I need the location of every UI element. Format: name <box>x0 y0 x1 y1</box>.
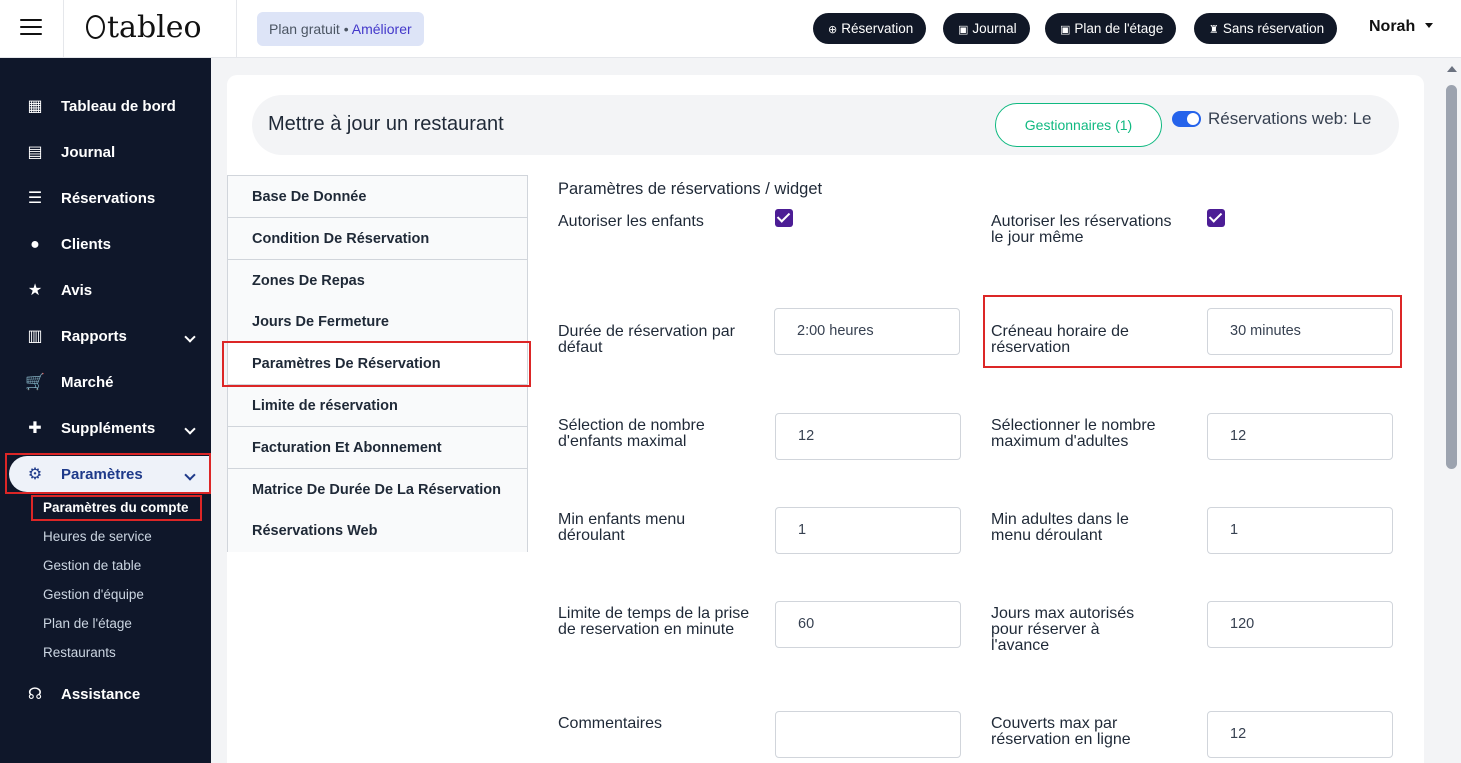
new-reservation-button[interactable]: ⊕ Réservation <box>813 13 927 44</box>
calendar-icon: ▣ <box>958 24 969 36</box>
sidebar-item-settings[interactable]: ⚙ Paramètres <box>0 455 211 495</box>
walk-in-icon: ♜ <box>1209 24 1219 36</box>
min-children-input[interactable]: 1 <box>775 507 961 554</box>
sidebar-item-reservations[interactable]: ☰ Réservations <box>0 179 211 219</box>
allow-children-label: Autoriser les enfants <box>558 213 704 230</box>
max-covers-input[interactable]: 12 <box>1207 711 1393 758</box>
logo[interactable]: tableo <box>86 10 202 45</box>
allow-same-day-label: Autoriser les réservations le jour même <box>991 213 1172 246</box>
comments-label: Commentaires <box>558 715 663 732</box>
chevron-down-icon <box>184 423 196 435</box>
plan-badge[interactable]: Plan gratuit • Améliorer <box>257 12 424 46</box>
walk-in-button[interactable]: ♜ Sans réservation <box>1194 13 1338 44</box>
menu-icon[interactable] <box>20 19 42 37</box>
chart-icon: ▥ <box>27 328 43 345</box>
list-icon: ☰ <box>27 190 43 207</box>
max-days-label: Jours max autorisés pour réserver à l'av… <box>991 605 1135 654</box>
menu-item-booking-limit[interactable]: Limite de réservation <box>228 385 527 427</box>
chevron-down-icon <box>1425 23 1434 28</box>
min-children-label: Min enfants menu déroulant <box>558 511 686 544</box>
sidebar-item-dashboard[interactable]: ▦ Tableau de bord <box>0 87 211 127</box>
scrollbar-thumb[interactable] <box>1446 85 1457 469</box>
min-adults-input[interactable]: 1 <box>1207 507 1393 554</box>
max-adults-label: Sélectionner le nombre maximum d'adultes <box>991 417 1156 450</box>
max-adults-input[interactable]: 12 <box>1207 413 1393 460</box>
book-icon: ▤ <box>27 144 43 161</box>
scroll-up-arrow-icon[interactable] <box>1447 66 1457 72</box>
allow-children-checkbox[interactable] <box>775 209 793 227</box>
journal-button[interactable]: ▣ Journal <box>943 13 1030 44</box>
cart-icon: 🛒 <box>25 374 45 391</box>
divider <box>63 0 64 58</box>
star-icon: ★ <box>27 282 43 299</box>
sidebar-item-journal[interactable]: ▤ Journal <box>0 133 211 173</box>
sidebar-item-reports[interactable]: ▥ Rapports <box>0 317 211 357</box>
time-limit-label: Limite de temps de la prise de reservati… <box>558 605 750 638</box>
upgrade-link[interactable]: Améliorer <box>352 21 412 37</box>
sidebar-subitem-restaurants[interactable]: Restaurants <box>43 645 116 660</box>
menu-item-database[interactable]: Base De Donnée <box>228 176 527 218</box>
sidebar-item-addons[interactable]: ✚ Suppléments <box>0 409 211 449</box>
time-slot-input[interactable]: 30 minutes <box>1207 308 1393 355</box>
chevron-down-icon <box>184 331 196 343</box>
chevron-up-icon <box>184 469 196 481</box>
time-limit-input[interactable]: 60 <box>775 601 961 648</box>
floor-plan-button[interactable]: ▣ Plan de l'étage <box>1045 13 1177 44</box>
user-menu[interactable]: Norah <box>1369 18 1434 36</box>
settings-menu: Base De Donnée Condition De Réservation … <box>227 175 528 552</box>
managers-button[interactable]: Gestionnaires (1) <box>995 103 1162 147</box>
menu-item-billing[interactable]: Facturation Et Abonnement <box>228 427 527 469</box>
max-children-input[interactable]: 12 <box>775 413 961 460</box>
menu-item-web-reservations[interactable]: Réservations Web <box>228 510 527 552</box>
sidebar-subitem-account-settings[interactable]: Paramètres du compte <box>43 500 189 515</box>
headset-icon: ☊ <box>27 686 43 703</box>
page-title: Mettre à jour un restaurant <box>268 113 504 135</box>
sidebar-item-support[interactable]: ☊ Assistance <box>0 675 211 715</box>
allow-same-day-checkbox[interactable] <box>1207 209 1225 227</box>
sidebar-item-reviews[interactable]: ★ Avis <box>0 271 211 311</box>
menu-item-booking-settings[interactable]: Paramètres De Réservation <box>228 343 527 385</box>
web-reservations-toggle[interactable] <box>1172 111 1201 127</box>
max-covers-label: Couverts max par réservation en ligne <box>991 715 1131 748</box>
calendar-icon: ▣ <box>1060 24 1071 36</box>
sidebar-item-clients[interactable]: ● Clients <box>0 225 211 265</box>
sidebar-item-market[interactable]: 🛒 Marché <box>0 363 211 403</box>
sidebar-subitem-service-hours[interactable]: Heures de service <box>43 529 152 544</box>
menu-item-duration-matrix[interactable]: Matrice De Durée De La Réservation <box>228 469 527 511</box>
comments-input[interactable] <box>775 711 961 758</box>
section-title: Paramètres de réservations / widget <box>558 180 823 198</box>
dashboard-icon: ▦ <box>27 98 43 115</box>
menu-item-dining-areas[interactable]: Zones De Repas <box>228 260 527 302</box>
menu-item-booking-conditions[interactable]: Condition De Réservation <box>228 218 527 260</box>
gear-icon: ⚙ <box>27 466 43 483</box>
time-slot-label: Créneau horaire de réservation <box>991 323 1129 356</box>
min-adults-label: Min adultes dans le menu déroulant <box>991 511 1129 544</box>
divider <box>236 0 237 58</box>
sidebar-subitem-team-management[interactable]: Gestion d'équipe <box>43 587 144 602</box>
max-children-label: Sélection de nombre d'enfants maximal <box>558 417 705 450</box>
default-duration-input[interactable]: 2:00 heures <box>774 308 960 355</box>
web-reservations-label: Réservations web: Le <box>1208 109 1372 128</box>
puzzle-icon: ✚ <box>28 420 42 437</box>
top-bar: tableo Plan gratuit • Améliorer ⊕ Réserva… <box>0 0 1461 58</box>
default-duration-label: Durée de réservation par défaut <box>558 323 735 356</box>
user-icon: ● <box>30 236 40 253</box>
sidebar-subitem-floor-plan[interactable]: Plan de l'étage <box>43 616 132 631</box>
menu-item-closing-days[interactable]: Jours De Fermeture <box>228 301 527 343</box>
max-days-input[interactable]: 120 <box>1207 601 1393 648</box>
sidebar-subitem-table-management[interactable]: Gestion de table <box>43 558 141 573</box>
plus-circle-icon: ⊕ <box>828 24 838 36</box>
